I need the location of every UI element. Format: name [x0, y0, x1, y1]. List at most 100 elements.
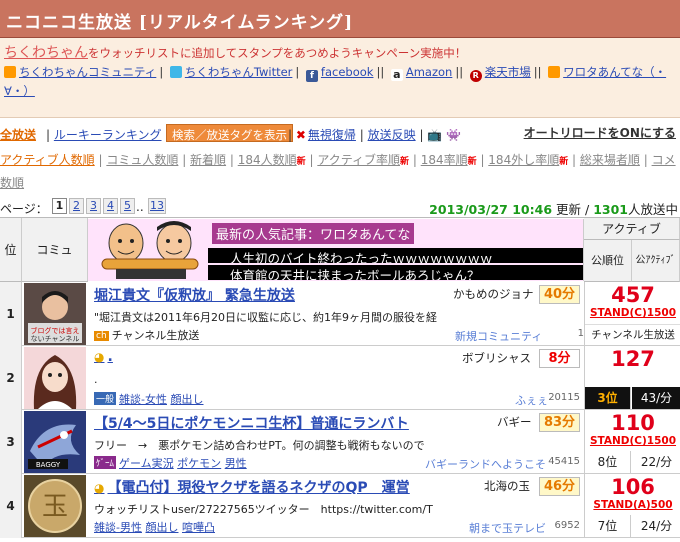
active-rate: 22/分: [640, 455, 673, 469]
tag-link[interactable]: 顔出し: [145, 521, 178, 534]
rookie-ranking-link[interactable]: ルーキーランキング: [54, 128, 162, 142]
tag-link[interactable]: ゲーム実況: [119, 457, 174, 470]
pager: ページ： 1 2 3 4 5 .. 13 2013/03/27 10:46 更新…: [0, 197, 680, 217]
rss-icon: [4, 66, 16, 78]
auto-reload-link[interactable]: オートリロードをONにする: [524, 124, 676, 141]
category-tags: 雑談-男性 顔出し 喧嘩凸: [94, 519, 215, 535]
page-4[interactable]: 4: [103, 198, 118, 214]
link-community[interactable]: ちくわちゃんコミュニティ: [19, 65, 156, 79]
ban-revive-link[interactable]: 無視復帰: [308, 128, 356, 142]
svg-text:ないチャンネル: ないチャンネル: [31, 335, 80, 343]
reflect-link[interactable]: 放送反映: [368, 128, 416, 142]
tv-icon[interactable]: 📺: [427, 128, 442, 142]
sort-separator: |: [568, 153, 580, 167]
channel-label: チャンネル生放送: [585, 324, 680, 342]
all-broadcasts-link[interactable]: 全放送: [0, 126, 36, 143]
broadcast-icon: ◕: [94, 481, 105, 495]
broadcast-title-link[interactable]: 【電凸付】現役ヤクザを語るネクザのQP 運営: [107, 480, 409, 496]
community-thumbnail[interactable]: BAGGY: [24, 411, 86, 473]
sort-separator: |: [94, 153, 107, 167]
col-rate-header: 公ｱｸﾃｨﾌﾞ: [632, 240, 680, 282]
sort-option[interactable]: アクティブ人数順: [0, 153, 95, 167]
page-title: ニコニコ生放送 [リアルタイムランキング]: [6, 13, 354, 33]
rank-number: 3: [0, 410, 22, 474]
stand-link[interactable]: STAND(C)1500: [585, 307, 680, 319]
campaign-text: をウォッチリストに追加してスタンプをあつめようキャンペーン実施中！: [88, 46, 467, 60]
sort-option[interactable]: 184外し率順: [488, 153, 559, 167]
link-twitter[interactable]: ちくわちゃんTwitter: [185, 65, 293, 79]
main-nav: 全放送 | ルーキーランキング | 検索／放送タグを表示 | ✖無視復帰 | 放…: [0, 124, 680, 146]
sort-separator: |: [305, 153, 318, 167]
sort-option[interactable]: 184率順: [421, 153, 468, 167]
page-3[interactable]: 3: [86, 198, 101, 214]
sort-separator: |: [476, 153, 489, 167]
community-thumbnail[interactable]: [24, 347, 86, 409]
page-13[interactable]: 13: [148, 198, 166, 214]
rank-number: 1: [0, 282, 22, 346]
community-thumbnail[interactable]: ブログでは言え ないチャンネル: [24, 283, 86, 345]
tag-link[interactable]: 喧嘩凸: [182, 521, 215, 534]
page-header: ニコニコ生放送 [リアルタイムランキング]: [0, 0, 680, 38]
col-public-rank-header: 公順位: [584, 240, 632, 282]
page-2[interactable]: 2: [69, 198, 84, 214]
link-facebook[interactable]: facebook: [321, 65, 374, 79]
robot-icon[interactable]: 👾: [446, 128, 461, 142]
amazon-icon: a: [390, 69, 403, 81]
active-rate: 43/分: [632, 387, 680, 409]
new-badge: 新: [400, 157, 410, 167]
campaign-name-link[interactable]: ちくわちゃん: [4, 45, 88, 61]
campaign-notice: ちくわちゃんをウォッチリストに追加してスタンプをあつめようキャンペーン実施中！: [4, 42, 466, 62]
broadcast-title-link[interactable]: 【5/4〜5日にポケモンニコ生杯】普通にランバト: [94, 416, 409, 432]
table-row: 2 ◕. ボブリシャス 8分. 一般 雑談-女性 顔出し ふぇぇ 20115 127 3位 43/…: [0, 346, 680, 410]
nav-tools: | ✖ 無視復帰 | 放送反映 | 📺 👾: [288, 128, 462, 142]
tag-link[interactable]: 雑談-男性: [94, 521, 142, 534]
banner-article-1[interactable]: 人生初のバイト終わったったｗｗｗｗｗｗｗｗ: [208, 248, 583, 263]
ranking-table: 位 コミュ 最新の人気記事：ワロタあんてな 人生初のバイト終わったったｗｗｗｗｗ…: [0, 217, 680, 542]
broadcast-status: 2013/03/27 10:46 更新 / 1301人放送中: [429, 199, 678, 218]
tag-link[interactable]: 顔出し: [171, 393, 204, 406]
stand-link[interactable]: STAND(A)500: [585, 499, 680, 511]
category-tags: ｹﾞｰﾑ ゲーム実況 ポケモン 男性: [94, 455, 247, 471]
elapsed-minutes: 83分: [539, 413, 580, 432]
public-rank: 8位: [585, 451, 631, 473]
community-name[interactable]: 新規コミュニティ: [455, 328, 542, 344]
community-thumbnail[interactable]: 玉: [24, 475, 86, 537]
tag-link[interactable]: ポケモン: [177, 457, 221, 470]
broadcast-description: .: [94, 373, 98, 386]
tag-link[interactable]: 雑談-女性: [119, 393, 167, 406]
new-badge: 新: [559, 157, 569, 167]
broadcast-description: フリー → 悪ポケモン詰め合わせPT。何の調整も戦術もないので: [94, 439, 425, 452]
show-tags-button[interactable]: 検索／放送タグを表示: [166, 124, 293, 142]
stand-link[interactable]: STAND(C)1500: [585, 435, 680, 447]
sort-separator: |: [409, 153, 421, 167]
tag-link[interactable]: 男性: [225, 457, 247, 470]
link-amazon[interactable]: Amazon: [406, 65, 452, 79]
pager-label: ページ：: [0, 202, 48, 216]
owner-name: 北海の玉: [484, 479, 530, 493]
sort-option[interactable]: アクティブ率順: [317, 153, 400, 167]
ad-banner[interactable]: 最新の人気記事：ワロタあんてな 人生初のバイト終わったったｗｗｗｗｗｗｗｗ 体育…: [88, 219, 584, 281]
broadcast-title-link[interactable]: .: [107, 349, 112, 365]
table-row: 3 BAGGY 【5/4〜5日にポケモンニコ生杯】普通にランバト バギー 83分フリー …: [0, 410, 680, 474]
elapsed-minutes: 8分: [539, 349, 580, 368]
banner-article-2[interactable]: 体育館の天井に挟まったボールあろじゃん？: [208, 265, 583, 280]
broadcast-title-item: ◕.: [94, 349, 113, 365]
owner-name: バギー: [497, 415, 532, 429]
timestamp: 2013/03/27 10:46: [429, 202, 553, 217]
page-1[interactable]: 1: [52, 198, 67, 214]
category-label: チャンネル生放送: [111, 329, 200, 342]
page-5[interactable]: 5: [120, 198, 135, 214]
link-rakuten[interactable]: 楽天市場: [485, 65, 531, 79]
col-active-header: アクティブ: [584, 218, 680, 240]
broadcast-title-item: 【5/4〜5日にポケモンニコ生杯】普通にランバト: [94, 413, 409, 433]
sort-option[interactable]: 184人数順: [238, 153, 297, 167]
sort-option[interactable]: コミュ人数順: [106, 153, 178, 167]
col-community-header: コミュ: [22, 218, 88, 282]
broadcast-title-link[interactable]: 堀江貴文『仮釈放』 緊急生放送: [94, 288, 295, 304]
banner-heading: 最新の人気記事：ワロタあんてな: [212, 223, 415, 244]
broadcast-icon: ◕: [94, 350, 105, 364]
category-chip: 一般: [94, 392, 117, 405]
updated-label: 更新 /: [556, 202, 590, 217]
sort-option[interactable]: 総来場者順: [580, 153, 640, 167]
sort-option[interactable]: 新着順: [190, 153, 226, 167]
